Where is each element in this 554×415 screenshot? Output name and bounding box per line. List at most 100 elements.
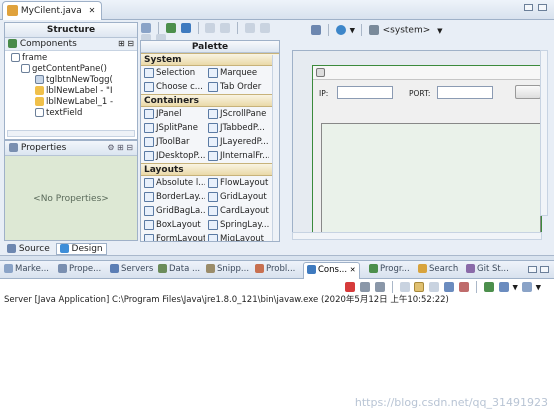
palette-item[interactable]: CardLayout bbox=[205, 204, 269, 218]
copy-icon[interactable] bbox=[259, 23, 270, 33]
palette-header: Palette bbox=[141, 41, 279, 53]
maximize-button[interactable] bbox=[538, 4, 547, 11]
tab-data-source[interactable]: Data ... bbox=[158, 264, 200, 278]
palette-item[interactable]: GridLayout bbox=[205, 190, 269, 204]
remove-launch-icon[interactable] bbox=[359, 282, 370, 292]
mig-layout-icon bbox=[208, 233, 218, 241]
minimize-button[interactable] bbox=[524, 4, 533, 11]
look-and-feel-icon[interactable] bbox=[335, 25, 346, 35]
redo-icon[interactable] bbox=[220, 23, 231, 33]
palette-item[interactable]: JPanel bbox=[141, 107, 205, 121]
structure-title: Structure bbox=[46, 25, 96, 35]
tree-item-label-1[interactable]: lblNewLabel_1 - bbox=[7, 97, 135, 108]
canvas-horizontal-scrollbar[interactable] bbox=[292, 232, 542, 240]
palette-item[interactable]: JToolBar bbox=[141, 135, 205, 149]
palette-item[interactable]: JDesktopP... bbox=[141, 149, 205, 163]
close-icon[interactable]: ✕ bbox=[350, 266, 356, 274]
palette-item[interactable]: Tab Order bbox=[205, 80, 269, 94]
system-icon[interactable] bbox=[368, 25, 379, 35]
tab-git-staging[interactable]: Git St... bbox=[466, 264, 509, 278]
category-layouts[interactable]: Layouts bbox=[141, 163, 279, 176]
connect-button[interactable] bbox=[515, 85, 541, 99]
tree-item-frame[interactable]: frame bbox=[7, 53, 135, 64]
tab-problems[interactable]: Probl... bbox=[255, 264, 295, 278]
palette-item[interactable]: JSplitPane bbox=[141, 121, 205, 135]
palette-item[interactable]: JTabbedP... bbox=[205, 121, 269, 135]
tab-servers[interactable]: Servers bbox=[110, 264, 153, 278]
palette-item[interactable]: Absolute l... bbox=[141, 176, 205, 190]
terminate-icon[interactable] bbox=[345, 282, 355, 292]
tab-progress[interactable]: Progr... bbox=[369, 264, 410, 278]
palette-item[interactable]: BoxLayout bbox=[141, 218, 205, 232]
chevron-down-icon[interactable]: ▼ bbox=[350, 27, 355, 35]
palette-item[interactable]: Choose c... bbox=[141, 80, 205, 94]
message-area[interactable] bbox=[321, 123, 541, 233]
tree-item-contentpane[interactable]: getContentPane() bbox=[7, 64, 135, 75]
watermark-text: https://blog.csdn.net/qq_31491923 bbox=[354, 396, 548, 409]
display-console-icon[interactable] bbox=[498, 282, 509, 292]
palette-item[interactable]: GridBagLa... bbox=[141, 204, 205, 218]
jlayeredpane-icon bbox=[208, 136, 218, 147]
palette-item[interactable]: JLayeredP... bbox=[205, 135, 269, 149]
tab-snippets[interactable]: Snipp... bbox=[206, 264, 249, 278]
palette-item[interactable]: Marquee bbox=[205, 66, 269, 80]
tree-item-togglebutton[interactable]: tglbtnNewTogg( bbox=[7, 75, 135, 86]
test-icon[interactable] bbox=[180, 23, 191, 33]
tab-markers[interactable]: Marke... bbox=[4, 264, 49, 278]
tab-search[interactable]: Search bbox=[418, 264, 458, 278]
undo-icon[interactable] bbox=[205, 23, 216, 33]
panel-icon bbox=[21, 64, 30, 73]
ip-field[interactable] bbox=[337, 86, 393, 99]
tree-item-label[interactable]: lblNewLabel - "I bbox=[7, 86, 135, 97]
toolbar-separator bbox=[391, 281, 393, 293]
chevron-down-icon[interactable]: ▼ bbox=[513, 284, 518, 292]
jsplitpane-icon bbox=[144, 122, 154, 133]
palette-item[interactable]: Selection bbox=[141, 66, 205, 80]
tab-source[interactable]: Source bbox=[4, 244, 53, 254]
pin-console-icon[interactable] bbox=[483, 282, 494, 292]
expand-icon[interactable]: ⊞ ⊟ bbox=[118, 39, 134, 48]
jframe-preview[interactable]: IP: PORT: bbox=[312, 65, 542, 235]
marquee-icon bbox=[208, 67, 218, 78]
tab-properties[interactable]: Prope... bbox=[58, 264, 101, 278]
refresh-icon[interactable] bbox=[141, 23, 151, 33]
editor-tab[interactable]: MyCilent.java ✕ bbox=[2, 1, 102, 20]
tree-item-textfield[interactable]: textField bbox=[7, 108, 135, 119]
clear-console-icon[interactable] bbox=[399, 282, 410, 292]
canvas-vertical-scrollbar[interactable] bbox=[540, 50, 548, 216]
preview-icon[interactable] bbox=[165, 23, 176, 33]
system-dropdown[interactable]: <system> bbox=[383, 26, 431, 36]
show-on-output-icon[interactable] bbox=[444, 282, 455, 292]
category-system[interactable]: System bbox=[141, 53, 279, 66]
palette-scrollbar[interactable] bbox=[272, 55, 279, 241]
palette-item[interactable]: JScrollPane bbox=[205, 107, 269, 121]
selection-icon bbox=[144, 67, 154, 78]
palette-item[interactable]: FormLayout bbox=[141, 232, 205, 241]
properties-header: Properties ⚙ ⊞ ⊟ bbox=[5, 141, 137, 156]
jframe-titlebar[interactable] bbox=[313, 66, 541, 80]
cut-icon[interactable] bbox=[245, 23, 255, 33]
chevron-down-icon[interactable]: ▼ bbox=[536, 284, 541, 292]
show-on-error-icon[interactable] bbox=[459, 282, 469, 292]
category-containers[interactable]: Containers bbox=[141, 94, 279, 107]
palette-item[interactable]: BorderLay... bbox=[141, 190, 205, 204]
palette-item[interactable]: FlowLayout bbox=[205, 176, 269, 190]
properties-panel: Properties ⚙ ⊞ ⊟ <No Properties> bbox=[4, 140, 138, 241]
chevron-down-icon[interactable]: ▼ bbox=[437, 27, 442, 35]
close-icon[interactable]: ✕ bbox=[89, 6, 96, 15]
remove-all-icon[interactable] bbox=[374, 282, 385, 292]
maximize-button[interactable] bbox=[540, 266, 549, 273]
layout-icon[interactable] bbox=[311, 25, 321, 35]
scroll-lock-icon[interactable] bbox=[414, 282, 425, 292]
palette-item[interactable]: SpringLay... bbox=[205, 218, 269, 232]
tab-console[interactable]: Cons... ✕ bbox=[303, 262, 360, 279]
palette-item[interactable]: JInternalFr... bbox=[205, 149, 269, 163]
word-wrap-icon[interactable] bbox=[429, 282, 440, 292]
open-console-icon[interactable] bbox=[521, 282, 532, 292]
palette-item[interactable]: MigLayout bbox=[205, 232, 269, 241]
properties-toolbar-icons[interactable]: ⚙ ⊞ ⊟ bbox=[107, 143, 133, 152]
minimize-button[interactable] bbox=[528, 266, 537, 273]
port-field[interactable] bbox=[437, 86, 493, 99]
horizontal-scrollbar[interactable] bbox=[7, 130, 135, 137]
tab-design[interactable]: Design bbox=[55, 243, 107, 255]
